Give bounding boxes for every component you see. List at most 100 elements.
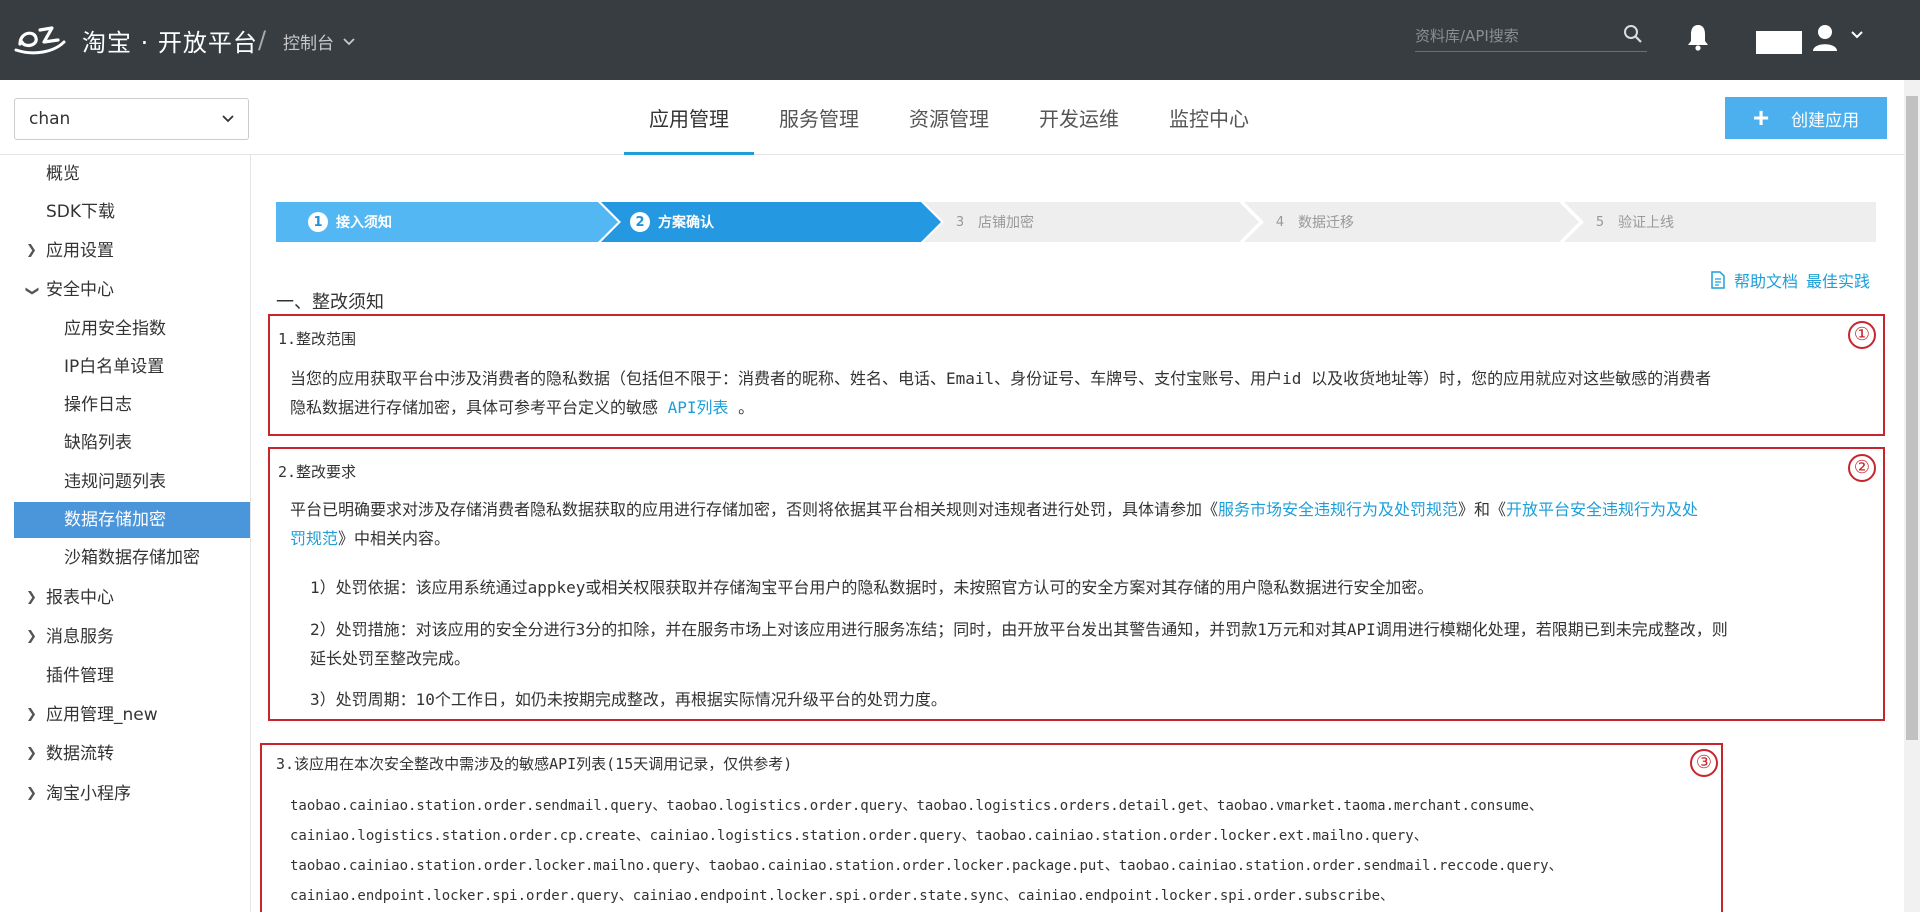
chevron-down-icon [343,37,355,45]
sidebar-item-label: 淘宝小程序 [46,784,131,804]
plus-icon: + [1752,102,1770,133]
marker-2: ② [1848,454,1876,482]
step-number: 5 [1595,214,1605,230]
chevron-down-icon: ❯ [24,285,40,297]
sidebar-item-sandbox-storage-encryption[interactable]: 沙箱数据存储加密 [14,539,250,577]
step-label: 店铺加密 [978,215,1034,231]
console-dropdown[interactable]: 控制台 [283,29,356,54]
sidebar-item-app-management-new[interactable]: ❯ 应用管理_new [14,696,250,734]
step-number: 1 [308,212,328,232]
requirements-line-2: 罚规范》中相关内容。 [290,524,1872,553]
step-number: 4 [1275,214,1285,230]
sidebar-item-app-settings[interactable]: ❯ 应用设置 [14,232,250,270]
sidebar-item-defect-list[interactable]: 缺陷列表 [14,424,250,462]
tab-monitoring-center[interactable]: 监控中心 [1144,80,1274,155]
step-label: 验证上线 [1618,215,1674,231]
penalty-measures: 2）处罚措施：对该应用的安全分进行3分的扣除，并在服务市场上对该应用进行服务冻结… [310,615,1870,673]
penalty-measures-line-1: 2）处罚措施：对该应用的安全分进行3分的扣除，并在服务市场上对该应用进行服务冻结… [310,620,1728,639]
api-list: taobao.cainiao.station.order.sendmail.qu… [290,791,1720,911]
scope-line-1: 当您的应用获取平台中涉及消费者的隐私数据（包括但不限于：消费者的昵称、姓名、电话… [290,369,1712,388]
step-3: 3 店铺加密 [950,202,1034,242]
sidebar-item-operation-log[interactable]: 操作日志 [14,386,250,424]
sidebar: 概览 SDK下载 ❯ 应用设置 ❯ 安全中心 应用安全指数 IP白名单设置 操作日志… [14,155,251,912]
sidebar-item-violation-list[interactable]: 违规问题列表 [14,463,250,501]
notification-bell-icon[interactable] [1686,23,1710,51]
step-1: 1 接入须知 [308,202,392,242]
sidebar-item-message-service[interactable]: ❯ 消息服务 [14,618,250,656]
penalty-measures-line-2: 延长处罚至整改完成。 [310,649,471,668]
service-market-rules-link[interactable]: 服务市场安全违规行为及处罚规范 [1218,500,1458,519]
step-2: 2 方案确认 [630,202,714,242]
sidebar-item-label: 应用管理_new [46,705,158,725]
req-text: 》和《 [1458,500,1507,519]
search-icon[interactable] [1623,24,1643,44]
step-number: 3 [955,214,965,230]
app-selector-value: chan [29,109,71,129]
sidebar-item-taobao-mini-program[interactable]: ❯ 淘宝小程序 [14,775,250,813]
sidebar-item-label: 安全中心 [46,280,114,300]
sidebar-item-label: 插件管理 [46,666,114,686]
app-header: chan 应用管理 服务管理 资源管理 开发运维 监控中心 + 创建应用 [0,80,1904,155]
help-doc-link[interactable]: 帮助文档 [1734,268,1798,292]
sidebar-item-report-center[interactable]: ❯ 报表中心 [14,579,250,617]
tab-devops[interactable]: 开发运维 [1014,80,1144,155]
step-label: 方案确认 [658,215,714,231]
sidebar-item-label: 报表中心 [46,588,114,608]
sidebar-item-label: 应用安全指数 [64,319,166,339]
open-platform-rules-link-cont[interactable]: 罚规范 [290,529,338,548]
sidebar-item-overview[interactable]: 概览 [14,155,250,193]
chevron-right-icon: ❯ [26,746,37,761]
api-list-link[interactable]: API列表 [668,398,729,417]
sidebar-item-label: 数据存储加密 [64,510,166,530]
search-input[interactable] [1415,26,1615,45]
taobao-logo-icon [14,26,66,55]
chevron-right-icon: ❯ [26,590,37,605]
api-list-line: taobao.cainiao.station.order.locker.mail… [290,858,1563,874]
step-number: 2 [630,212,650,232]
step-5: 5 验证上线 [1590,202,1674,242]
app-selector[interactable]: chan [14,98,249,140]
marker-3: ③ [1690,749,1718,777]
sidebar-item-plugin-management[interactable]: 插件管理 [14,657,250,695]
requirements-paragraph: 平台已明确要求对涉及存储消费者隐私数据获取的应用进行存储加密，否则将依据其平台相… [290,495,1872,553]
box-title: 1.整改范围 [278,330,357,348]
user-menu-chevron-icon[interactable] [1850,30,1864,40]
open-platform-rules-link[interactable]: 开放平台安全违规行为及处 [1506,500,1698,519]
sidebar-item-label: SDK下载 [46,202,116,222]
scope-text: 隐私数据进行存储加密，具体可参考平台定义的敏感 [290,398,668,417]
tab-resource-management[interactable]: 资源管理 [884,80,1014,155]
sidebar-item-app-security-index[interactable]: 应用安全指数 [14,310,250,348]
taobao-open-platform-logo[interactable]: 淘宝 · 开放平台 [14,22,258,58]
api-search-box [1415,20,1647,52]
sidebar-item-label: 概览 [46,164,80,184]
user-avatar-icon[interactable] [1812,24,1838,52]
penalty-period: 3）处罚周期：10个工作日，如仍未按期完成整改，再根据实际情况升级平台的处罚力度… [310,690,947,709]
username-box[interactable] [1756,31,1802,54]
sidebar-item-security-center[interactable]: ❯ 安全中心 [14,271,250,309]
sidebar-item-label: 沙箱数据存储加密 [64,548,200,568]
box-title: 3.该应用在本次安全整改中需涉及的敏感API列表(15天调用记录，仅供参考) [276,755,793,773]
best-practice-link[interactable]: 最佳实践 [1806,268,1870,292]
step-label: 接入须知 [336,215,392,231]
box-title: 2.整改要求 [278,463,357,481]
penalty-basis: 1）处罚依据：该应用系统通过appkey或相关权限获取并存储淘宝平台用户的隐私数… [310,578,1434,597]
tab-app-management[interactable]: 应用管理 [624,80,754,155]
sidebar-item-data-flow[interactable]: ❯ 数据流转 [14,735,250,773]
sidebar-item-ip-whitelist[interactable]: IP白名单设置 [14,348,250,386]
progress-steps: 1 接入须知 2 方案确认 3 店铺加密 4 数据迁移 5 验证上线 [276,202,1876,242]
page-scrollbar-thumb[interactable] [1906,96,1918,740]
chevron-right-icon: ❯ [26,243,37,258]
sidebar-item-label: 应用设置 [46,241,114,261]
requirements-line-1: 平台已明确要求对涉及存储消费者隐私数据获取的应用进行存储加密，否则将依据其平台相… [290,495,1872,524]
rectification-scope-box: 1.整改范围 ① 当您的应用获取平台中涉及消费者的隐私数据（包括但不限于：消费者… [268,314,1885,436]
console-label: 控制台 [283,34,334,54]
section-title: 一、整改须知 [276,292,384,313]
rectification-requirements-box: 2.整改要求 ② 平台已明确要求对涉及存储消费者隐私数据获取的应用进行存储加密，… [268,447,1885,721]
sidebar-item-data-storage-encryption[interactable]: 数据存储加密 [14,502,250,538]
step-label: 数据迁移 [1298,215,1354,231]
create-app-button[interactable]: + 创建应用 [1725,97,1887,139]
sidebar-item-sdk-download[interactable]: SDK下载 [14,193,250,231]
brand-title: 淘宝 · 开放平台 [82,28,258,57]
tab-service-management[interactable]: 服务管理 [754,80,884,155]
sensitive-api-list-box: 3.该应用在本次安全整改中需涉及的敏感API列表(15天调用记录，仅供参考) ③… [260,743,1723,912]
